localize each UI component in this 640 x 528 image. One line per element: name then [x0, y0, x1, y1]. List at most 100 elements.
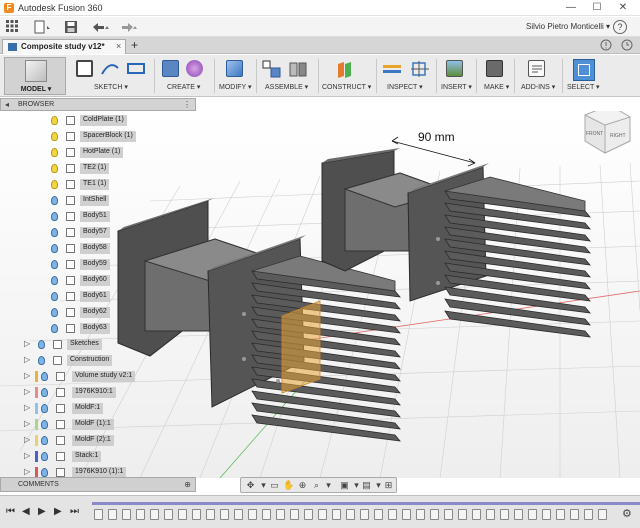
file-icon[interactable] — [34, 20, 52, 34]
visibility-bulb-icon[interactable] — [51, 148, 58, 157]
dimension-annotation[interactable]: 90 mm — [391, 130, 476, 167]
comments-panel-header[interactable]: COMMENTS ⊕ — [0, 477, 196, 492]
user-account-menu[interactable]: Silvio Pietro Monticelli ▾ — [526, 22, 610, 31]
tree-item[interactable]: Body58 — [0, 242, 190, 255]
expand-arrow-icon[interactable]: ▷ — [24, 387, 30, 396]
job-status-icon[interactable] — [621, 39, 633, 54]
section-analysis-icon[interactable] — [410, 60, 429, 77]
pan-hand-icon[interactable]: ✋ — [283, 480, 294, 491]
select-menu[interactable]: SELECT ▾ — [567, 83, 600, 91]
zoom-window-icon[interactable]: ⌕ — [311, 480, 322, 491]
tree-item[interactable]: ColdPlate (1) — [0, 114, 190, 127]
help-icon[interactable]: ? — [613, 20, 627, 34]
timeline-feature[interactable] — [528, 509, 537, 520]
tree-component[interactable]: ▷ 1976K910:1 — [24, 386, 194, 399]
tree-item[interactable]: Body60 — [0, 274, 190, 287]
timeline-feature[interactable] — [598, 509, 607, 520]
timeline-feature[interactable] — [472, 509, 481, 520]
tree-item[interactable]: Body57 — [0, 226, 190, 239]
close-window-button[interactable]: ✕ — [612, 1, 634, 15]
insert-menu[interactable]: INSERT ▾ — [441, 83, 472, 91]
addins-menu[interactable]: ADD-INS ▾ — [521, 83, 555, 91]
new-tab-button[interactable]: + — [131, 38, 138, 52]
visibility-bulb-icon[interactable] — [51, 244, 58, 253]
timeline-feature[interactable] — [402, 509, 411, 520]
gear-icon[interactable]: ⚙ — [622, 507, 632, 520]
chevron-down-icon[interactable]: ▾ — [258, 480, 269, 491]
timeline-feature[interactable] — [332, 509, 341, 520]
visibility-bulb-icon[interactable] — [41, 436, 48, 445]
press-pull-icon[interactable] — [226, 60, 243, 77]
timeline-feature[interactable] — [570, 509, 579, 520]
timeline-feature[interactable] — [192, 509, 201, 520]
tree-folder-sketches[interactable]: ▷ Sketches — [24, 338, 194, 351]
insert-image-icon[interactable] — [446, 60, 463, 77]
timeline-feature[interactable] — [262, 509, 271, 520]
visibility-bulb-icon[interactable] — [51, 324, 58, 333]
create-sketch-icon[interactable] — [76, 60, 93, 77]
timeline-feature[interactable] — [318, 509, 327, 520]
inspect-menu[interactable]: INSPECT ▾ — [387, 83, 423, 91]
timeline-feature[interactable] — [276, 509, 285, 520]
display-settings-icon[interactable]: ▣ — [339, 480, 350, 491]
browser-options-icon[interactable]: ⋮ — [183, 100, 191, 109]
step-forward-icon[interactable]: ▶ — [54, 506, 62, 517]
orbit-icon[interactable]: ✥ — [245, 480, 256, 491]
assemble-menu[interactable]: ASSEMBLE ▾ — [265, 83, 308, 91]
tree-component[interactable]: ▷ Volume study v2:1 — [24, 370, 194, 383]
grid-menu-icon[interactable] — [6, 20, 18, 34]
make-menu[interactable]: MAKE ▾ — [484, 83, 509, 91]
construct-menu[interactable]: CONSTRUCT ▾ — [322, 83, 371, 91]
workspace-switcher[interactable]: MODEL ▾ — [4, 57, 66, 95]
timeline-feature[interactable] — [500, 509, 509, 520]
tree-item[interactable]: Body63 — [0, 322, 190, 335]
timeline-feature[interactable] — [178, 509, 187, 520]
timeline-feature[interactable] — [458, 509, 467, 520]
timeline-feature[interactable] — [388, 509, 397, 520]
viewports-icon[interactable]: ⊞ — [383, 480, 394, 491]
visibility-bulb-icon[interactable] — [51, 260, 58, 269]
visibility-bulb-icon[interactable] — [41, 404, 48, 413]
joint-icon[interactable] — [288, 60, 307, 77]
redo-icon[interactable] — [118, 20, 140, 34]
extrude-icon[interactable] — [162, 60, 179, 77]
visibility-bulb-icon[interactable] — [41, 420, 48, 429]
select-tool-icon[interactable] — [573, 59, 595, 81]
visibility-bulb-icon[interactable] — [51, 308, 58, 317]
tree-item[interactable]: Body61 — [0, 290, 190, 303]
expand-arrow-icon[interactable]: ▷ — [24, 371, 30, 380]
new-component-icon[interactable] — [262, 60, 281, 78]
visibility-bulb-icon[interactable] — [51, 276, 58, 285]
expand-arrow-icon[interactable]: ▷ — [24, 339, 30, 348]
undo-icon[interactable] — [90, 20, 112, 34]
visibility-bulb-icon[interactable] — [51, 116, 58, 125]
timeline-feature[interactable] — [514, 509, 523, 520]
modify-menu[interactable]: MODIFY ▾ — [219, 83, 252, 91]
tree-item[interactable]: Body62 — [0, 306, 190, 319]
tree-folder-construction[interactable]: ▷ Construction — [24, 354, 194, 367]
tree-item[interactable]: IntShell — [0, 194, 190, 207]
visibility-bulb-icon[interactable] — [51, 164, 58, 173]
tree-component[interactable]: ▷ Stack:1 — [24, 450, 194, 463]
scripts-addins-icon[interactable] — [528, 60, 545, 77]
timeline-feature[interactable] — [374, 509, 383, 520]
timeline-feature[interactable] — [220, 509, 229, 520]
visibility-bulb-icon[interactable] — [51, 180, 58, 189]
timeline-feature[interactable] — [416, 509, 425, 520]
tree-item[interactable]: Body59 — [0, 258, 190, 271]
timeline-feature[interactable] — [360, 509, 369, 520]
visibility-bulb-icon[interactable] — [41, 468, 48, 477]
maximize-button[interactable]: ☐ — [586, 1, 608, 15]
go-to-start-icon[interactable]: ⏮ — [6, 506, 15, 517]
timeline-feature[interactable] — [430, 509, 439, 520]
timeline-feature[interactable] — [164, 509, 173, 520]
save-icon[interactable] — [64, 20, 78, 34]
step-back-icon[interactable]: ◀ — [22, 506, 30, 517]
visibility-bulb-icon[interactable] — [51, 196, 58, 205]
go-to-end-icon[interactable]: ⏭ — [70, 506, 79, 517]
chevron-down-icon[interactable]: ▾ — [323, 480, 334, 491]
timeline-feature[interactable] — [304, 509, 313, 520]
visibility-bulb-icon[interactable] — [51, 212, 58, 221]
form-sphere-icon[interactable] — [186, 60, 203, 77]
timeline-feature[interactable] — [94, 509, 103, 520]
